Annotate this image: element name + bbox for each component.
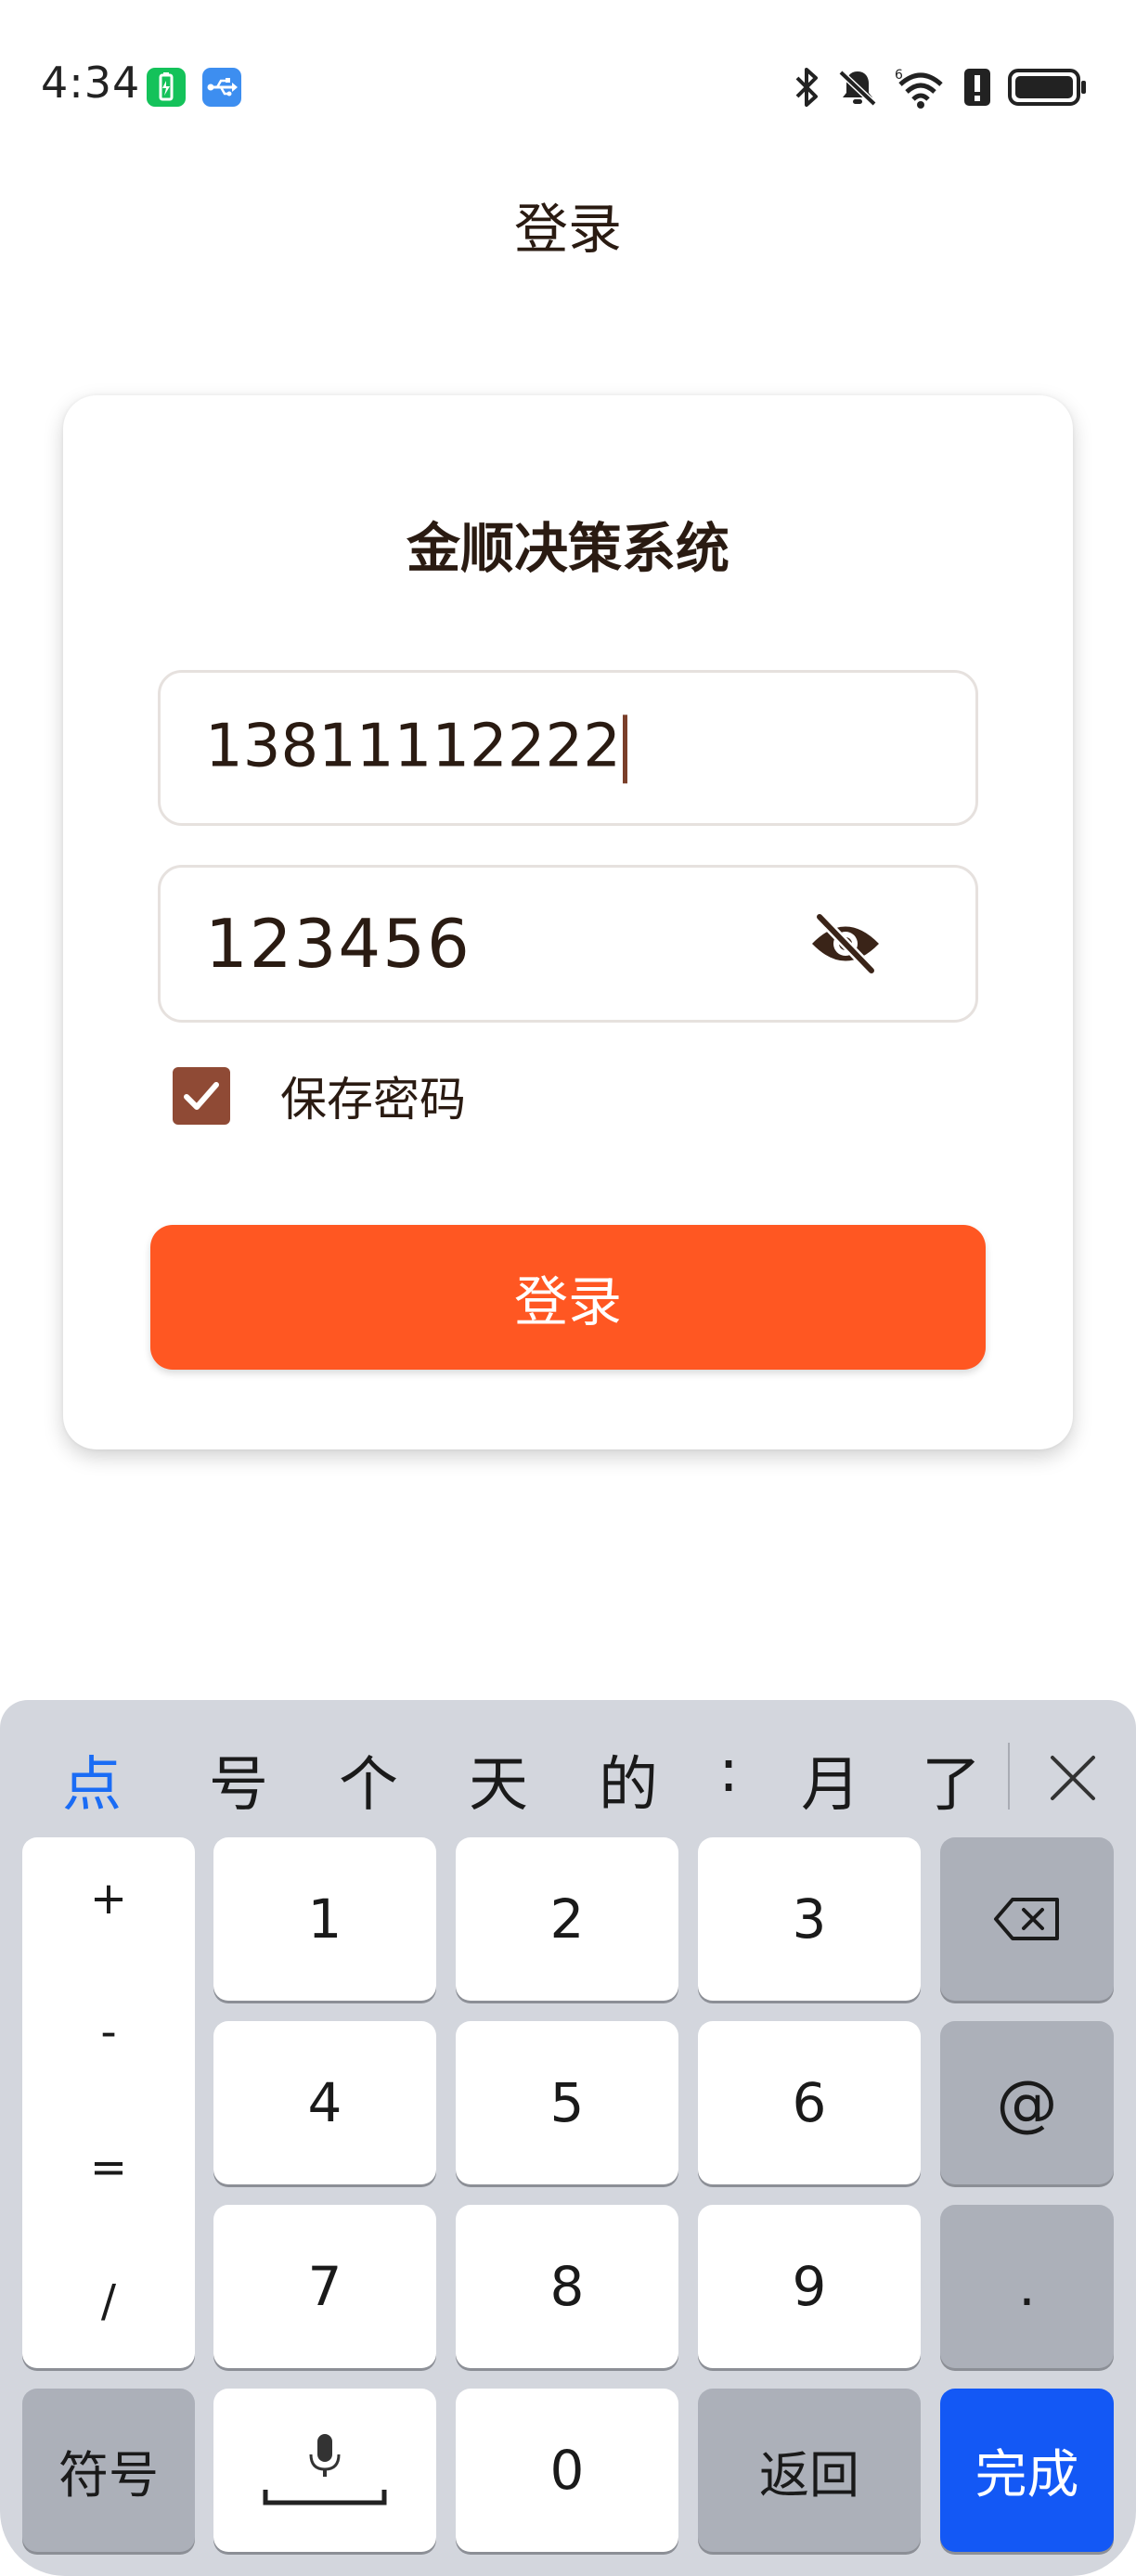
key-7[interactable]: 7 <box>213 2205 436 2368</box>
candidate-item[interactable]: 天 <box>447 1737 549 1823</box>
key-9[interactable]: 9 <box>698 2205 921 2368</box>
login-button[interactable]: 登录 <box>150 1225 986 1370</box>
key-equals[interactable]: = <box>22 2142 195 2194</box>
battery-icon <box>1008 69 1086 106</box>
close-icon[interactable] <box>1045 1750 1101 1806</box>
login-card: 金顺决策系统 13811112222 123456 保存密码 登录 <box>63 395 1073 1449</box>
candidate-item[interactable]: 号 <box>187 1737 290 1823</box>
key-4[interactable]: 4 <box>213 2021 436 2184</box>
phone-input-value: 13811112222 <box>205 712 627 784</box>
eye-off-icon[interactable] <box>808 911 883 976</box>
candidate-item[interactable]: : <box>678 1737 780 1806</box>
key-1[interactable]: 1 <box>213 1837 436 2001</box>
key-plus[interactable]: + <box>22 1873 195 1925</box>
candidate-divider <box>1008 1743 1010 1810</box>
alert-icon <box>964 69 990 106</box>
candidate-bar: 点 号 个 天 的 : 月 了 <box>0 1700 1136 1839</box>
page-title: 登录 <box>513 198 622 261</box>
text-caret <box>622 715 627 784</box>
key-5[interactable]: 5 <box>456 2021 678 2184</box>
back-key[interactable]: 返回 <box>698 2389 921 2552</box>
remember-password-checkbox[interactable] <box>173 1067 230 1125</box>
password-input[interactable]: 123456 <box>158 865 978 1023</box>
key-3[interactable]: 3 <box>698 1837 921 2001</box>
wifi-badge: 6 <box>895 68 903 83</box>
candidate-item[interactable]: 了 <box>900 1737 1002 1823</box>
remember-password-label: 保存密码 <box>280 1073 466 1127</box>
key-8[interactable]: 8 <box>456 2205 678 2368</box>
wifi-icon: 6 <box>895 68 943 109</box>
candidate-item[interactable]: 个 <box>317 1737 420 1823</box>
space-voice-key[interactable] <box>213 2389 436 2552</box>
status-bar: 4:34 6 <box>0 0 1136 167</box>
system-name: 金顺决策系统 <box>406 517 729 580</box>
key-minus[interactable]: - <box>22 2006 195 2058</box>
phone-input[interactable]: 13811112222 <box>158 670 978 826</box>
backspace-key[interactable] <box>940 1837 1114 2001</box>
battery-saver-icon <box>147 68 186 107</box>
bell-off-icon <box>838 70 877 107</box>
candidate-item[interactable]: 月 <box>780 1737 882 1823</box>
key-at[interactable]: @ <box>940 2021 1114 2184</box>
soft-keyboard: 点 号 个 天 的 : 月 了 + - = / 1 2 3 4 5 6 @ 7 … <box>0 1700 1136 2576</box>
password-input-value: 123456 <box>205 905 471 983</box>
usb-icon <box>202 68 241 107</box>
symbols-key[interactable]: 符号 <box>22 2389 195 2552</box>
bluetooth-icon <box>795 68 818 107</box>
status-time: 4:34 <box>41 58 141 108</box>
key-dot[interactable]: . <box>940 2205 1114 2368</box>
check-icon <box>184 1082 219 1110</box>
key-6[interactable]: 6 <box>698 2021 921 2184</box>
remember-password-row[interactable]: 保存密码 <box>173 1067 466 1127</box>
candidate-item[interactable]: 点 <box>41 1737 143 1823</box>
key-2[interactable]: 2 <box>456 1837 678 2001</box>
key-slash[interactable]: / <box>22 2275 195 2327</box>
done-key[interactable]: 完成 <box>940 2389 1114 2552</box>
microphone-space-icon <box>263 2434 387 2505</box>
key-0[interactable]: 0 <box>456 2389 678 2552</box>
backspace-icon <box>993 1898 1059 1940</box>
status-icons-right: 6 <box>793 61 1088 113</box>
candidate-item[interactable]: 的 <box>577 1737 679 1823</box>
symbol-column: + - = / <box>22 1837 195 2368</box>
